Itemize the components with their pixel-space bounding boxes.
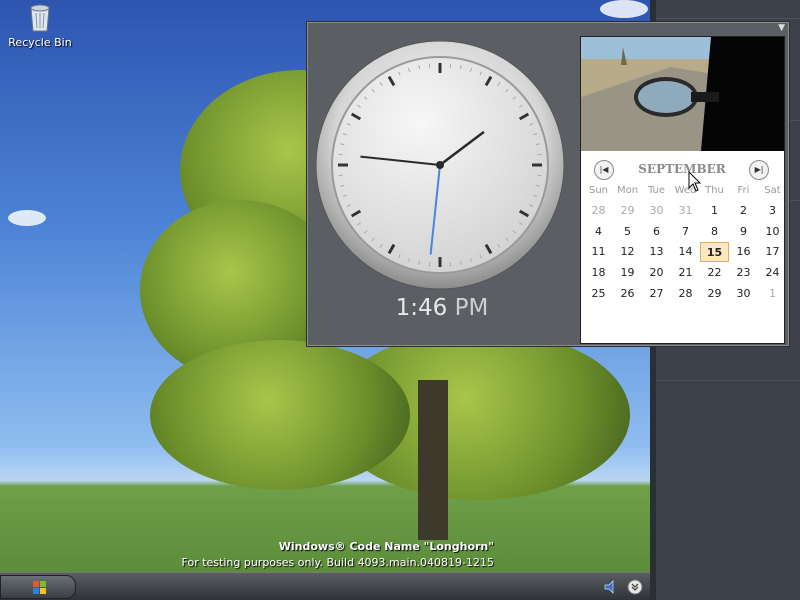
calendar-day[interactable]: 16 [729, 242, 758, 262]
weekday-label: Tue [647, 185, 666, 196]
calendar-day[interactable]: 1 [758, 284, 787, 304]
taskbar [0, 572, 650, 600]
cloud [600, 0, 648, 18]
weekday-label: Fri [737, 185, 750, 196]
calendar-day[interactable]: 29 [700, 284, 729, 304]
calendar-day[interactable]: 1 [700, 201, 729, 221]
calendar-panel: |◀ SEPTEMBER ▶| Sun Mon Tue Wed Thu Fri Sat 28… [580, 36, 785, 344]
sidebar-divider [656, 18, 800, 19]
calendar-day[interactable]: 22 [700, 263, 729, 283]
calendar-day[interactable]: 6 [642, 222, 671, 242]
next-month-button[interactable]: ▶| [749, 160, 769, 180]
calendar-day[interactable]: 20 [642, 263, 671, 283]
calendar-day[interactable]: 21 [671, 263, 700, 283]
calendar-day[interactable]: 17 [758, 242, 787, 262]
calendar-day[interactable]: 19 [613, 263, 642, 283]
weekday-label: Thu [705, 185, 724, 196]
calendar-day[interactable]: 26 [613, 284, 642, 304]
time-ampm: PM [454, 295, 489, 321]
watermark-build: For testing purposes only. Build 4093.ma… [181, 556, 494, 569]
calendar-day[interactable]: 30 [729, 284, 758, 304]
speaker-icon[interactable] [603, 579, 619, 595]
calendar-day-today[interactable]: 15 [700, 242, 729, 263]
clock-calendar-gadget[interactable]: ▼ 1:46 PM |◀ SEPTEMBER ▶| Sun Mon Tue We… [306, 21, 790, 347]
weekday-label: Sat [764, 185, 781, 196]
calendar-day[interactable]: 4 [584, 222, 613, 242]
build-watermark: Windows® Code Name "Longhorn" For testin… [182, 539, 494, 571]
calendar-day[interactable]: 25 [584, 284, 613, 304]
recycle-bin-label: Recycle Bin [8, 36, 72, 49]
calendar-day[interactable]: 10 [758, 222, 787, 242]
calendar-day[interactable]: 27 [642, 284, 671, 304]
expand-chevron-icon[interactable] [627, 579, 643, 595]
digital-time: 1:46 PM [367, 295, 517, 321]
calendar-day[interactable]: 14 [671, 242, 700, 262]
calendar-day[interactable]: 5 [613, 222, 642, 242]
chevron-down-icon[interactable]: ▼ [778, 23, 785, 33]
analog-clock [315, 40, 565, 290]
tree-crown [150, 340, 410, 490]
calendar-day[interactable]: 2 [729, 201, 758, 221]
cloud [8, 210, 46, 226]
weekday-header: Sun Mon Tue Wed Thu Fri Sat [584, 185, 784, 199]
photo-preview[interactable] [581, 37, 784, 151]
calendar-header: |◀ SEPTEMBER ▶| [581, 157, 784, 183]
calendar-day[interactable]: 28 [671, 284, 700, 304]
sidebar-divider [656, 380, 800, 381]
recycle-bin-icon [28, 2, 52, 32]
weekday-label: Mon [616, 185, 639, 196]
calendar-day[interactable]: 28 [584, 201, 613, 221]
calendar-day[interactable]: 31 [671, 201, 700, 221]
calendar-day[interactable]: 12 [613, 242, 642, 262]
recycle-bin[interactable]: Recycle Bin [8, 2, 72, 49]
time-digits: 1:46 [395, 295, 448, 321]
watermark-title: Windows® Code Name "Longhorn" [278, 540, 494, 553]
calendar-day[interactable]: 30 [642, 201, 671, 221]
calendar-day[interactable]: 3 [758, 201, 787, 221]
calendar-day[interactable]: 8 [700, 222, 729, 242]
calendar-day[interactable]: 23 [729, 263, 758, 283]
calendar-day[interactable]: 7 [671, 222, 700, 242]
month-title: SEPTEMBER [638, 162, 726, 176]
calendar-day[interactable]: 29 [613, 201, 642, 221]
prev-month-button[interactable]: |◀ [594, 160, 614, 180]
mouse-cursor-icon [688, 170, 702, 193]
tree-trunk [418, 380, 448, 540]
windows-flag-icon [33, 580, 47, 594]
start-button[interactable] [0, 575, 76, 599]
calendar-day[interactable]: 9 [729, 222, 758, 242]
weekday-label: Sun [588, 185, 609, 196]
calendar-day[interactable]: 18 [584, 263, 613, 283]
calendar-day[interactable]: 13 [642, 242, 671, 262]
calendar-day[interactable]: 11 [584, 242, 613, 262]
calendar-day[interactable]: 24 [758, 263, 787, 283]
